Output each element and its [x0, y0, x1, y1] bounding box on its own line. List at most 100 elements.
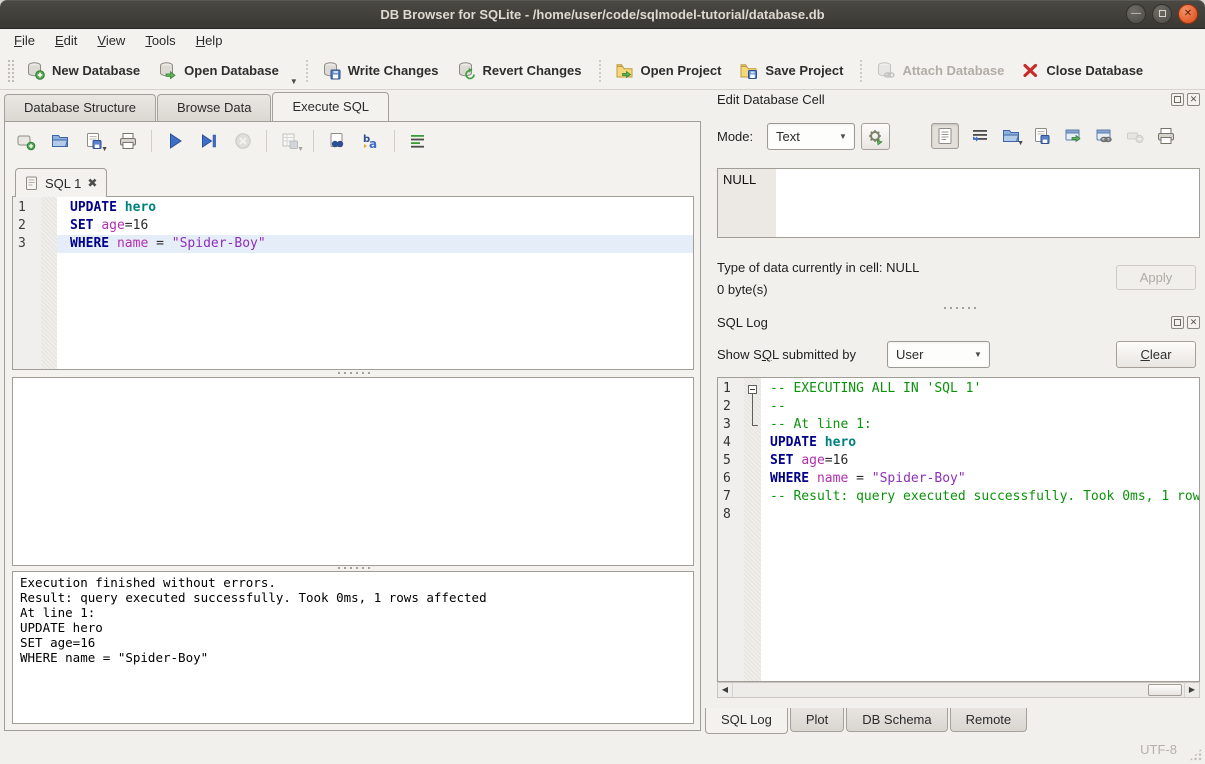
- save-sql-dropdown-caret[interactable]: ▼: [101, 146, 108, 153]
- clear-log-button[interactable]: Clear: [1116, 341, 1196, 368]
- execute-sql-panel: ▼ ▼ ba SQL 1 ✖ 123 UPDATE heroSET age=16…: [4, 121, 701, 731]
- tab-remote[interactable]: Remote: [950, 708, 1028, 732]
- db-browser-window: DB Browser for SQLite - /home/user/code/…: [0, 0, 1205, 764]
- menu-view[interactable]: View: [87, 30, 135, 51]
- import-dropdown-caret[interactable]: ▼: [1017, 140, 1024, 147]
- menu-help[interactable]: Help: [186, 30, 233, 51]
- scroll-left-icon[interactable]: ◀: [718, 683, 733, 697]
- sql-editor-tab-label: SQL 1: [45, 176, 81, 191]
- execute-all-icon[interactable]: [164, 130, 186, 152]
- link-window-icon[interactable]: [1094, 126, 1114, 146]
- sql-toolbar: ▼ ▼ ba: [15, 130, 429, 152]
- execution-message: Execution finished without errors. Resul…: [13, 572, 693, 668]
- right-dock-area: Edit Database Cell Mode: Text ▼ ▼ NULL: [705, 90, 1205, 735]
- title-bar[interactable]: DB Browser for SQLite - /home/user/code/…: [0, 0, 1205, 29]
- sql-log-view[interactable]: 12345678 -- EXECUTING ALL IN 'SQL 1'----…: [717, 377, 1200, 682]
- revert-changes-icon: [457, 61, 476, 80]
- dock-float-icon[interactable]: [1171, 316, 1184, 329]
- tab-sql-log[interactable]: SQL Log: [705, 708, 788, 734]
- tab-execute-sql[interactable]: Execute SQL: [272, 92, 389, 121]
- attach-database-icon: [876, 61, 895, 80]
- revert-changes-button[interactable]: Revert Changes: [448, 56, 591, 85]
- save-sql-file-icon[interactable]: ▼: [83, 130, 105, 152]
- editor-results-splitter[interactable]: [12, 370, 694, 376]
- dock-close-icon[interactable]: [1187, 93, 1200, 106]
- text-mode-toggle[interactable]: [931, 123, 959, 149]
- auto-apply-button[interactable]: [861, 123, 890, 150]
- cell-value: NULL: [723, 172, 756, 187]
- messages-pane[interactable]: Execution finished without errors. Resul…: [12, 571, 694, 724]
- set-null-icon[interactable]: [1125, 126, 1145, 146]
- print-cell-icon[interactable]: [1156, 126, 1176, 146]
- export-cell-data-icon[interactable]: [1032, 126, 1052, 146]
- save-results-icon[interactable]: ▼: [279, 130, 301, 152]
- execute-current-line-icon[interactable]: [198, 130, 220, 152]
- auto-completion-icon[interactable]: ba: [360, 130, 382, 152]
- minimize-button[interactable]: —: [1126, 4, 1146, 24]
- cell-type-info: Type of data currently in cell: NULL: [717, 260, 919, 275]
- open-database-dropdown-caret[interactable]: ▼: [290, 77, 298, 89]
- close-database-button[interactable]: Close Database: [1013, 57, 1152, 84]
- sql-toolbar-separator: [266, 130, 267, 152]
- format-sql-icon[interactable]: [407, 130, 429, 152]
- dock-splitter[interactable]: [717, 305, 1200, 311]
- open-database-button[interactable]: Open Database: [149, 56, 288, 85]
- maximize-icon: [1159, 10, 1166, 17]
- log-filter-combobox[interactable]: User ▼: [887, 341, 990, 368]
- tab-db-schema[interactable]: DB Schema: [846, 708, 947, 732]
- menu-tools[interactable]: Tools: [135, 30, 185, 51]
- menu-bar: File Edit View Tools Help: [0, 29, 1205, 52]
- gear-icon: [867, 128, 885, 146]
- sql-editor[interactable]: 123 UPDATE heroSET age=16WHERE name = "S…: [12, 196, 694, 370]
- tab-plot[interactable]: Plot: [790, 708, 844, 732]
- edit-database-cell-title: Edit Database Cell: [717, 92, 825, 107]
- attach-database-label: Attach Database: [902, 63, 1004, 78]
- fold-collapse-icon[interactable]: [748, 385, 757, 394]
- save-results-dropdown-caret[interactable]: ▼: [297, 146, 304, 153]
- scrollbar-thumb[interactable]: [1148, 684, 1182, 696]
- status-bar: UTF-8: [0, 735, 1205, 764]
- dock-close-icon[interactable]: [1187, 316, 1200, 329]
- svg-text:a: a: [369, 137, 377, 151]
- mode-combobox[interactable]: Text ▼: [767, 123, 855, 150]
- tab-browse-data[interactable]: Browse Data: [157, 94, 271, 121]
- word-wrap-icon[interactable]: [970, 126, 990, 146]
- close-tab-icon[interactable]: ✖: [87, 177, 97, 189]
- print-icon[interactable]: [117, 130, 139, 152]
- fold-guide-corner: [752, 425, 758, 426]
- sql-editor-tab[interactable]: SQL 1 ✖: [15, 168, 107, 197]
- new-database-button[interactable]: New Database: [17, 56, 149, 85]
- open-project-button[interactable]: Open Project: [606, 56, 731, 85]
- cell-size-info: 0 byte(s): [717, 282, 768, 297]
- new-database-icon: [26, 61, 45, 80]
- resize-grip[interactable]: [1189, 748, 1202, 761]
- write-changes-button[interactable]: Write Changes: [313, 56, 448, 85]
- sql-log-filter-label: Show SQL submitted by: [717, 347, 856, 362]
- import-cell-data-icon[interactable]: ▼: [1001, 126, 1021, 146]
- results-pane[interactable]: [12, 377, 694, 566]
- toolbar-handle[interactable]: [7, 59, 14, 83]
- dock-float-icon[interactable]: [1171, 93, 1184, 106]
- open-sql-file-icon[interactable]: [49, 130, 71, 152]
- maximize-button[interactable]: [1152, 4, 1172, 24]
- scroll-right-icon[interactable]: ▶: [1184, 683, 1199, 697]
- new-sql-tab-icon[interactable]: [15, 130, 37, 152]
- editor-code: UPDATE heroSET age=16WHERE name = "Spide…: [57, 199, 693, 369]
- menu-edit[interactable]: Edit: [45, 30, 87, 51]
- log-horizontal-scrollbar[interactable]: ◀ ▶: [717, 682, 1200, 698]
- log-filter-value: User: [896, 347, 923, 362]
- toolbar-separator: [596, 59, 601, 83]
- open-project-label: Open Project: [641, 63, 722, 78]
- editor-margin: [41, 197, 57, 369]
- apply-button[interactable]: Apply: [1116, 265, 1196, 290]
- open-external-icon[interactable]: [1063, 126, 1083, 146]
- tab-database-structure[interactable]: Database Structure: [4, 94, 156, 121]
- write-changes-label: Write Changes: [348, 63, 439, 78]
- attach-database-button[interactable]: Attach Database: [867, 56, 1013, 85]
- save-project-button[interactable]: Save Project: [730, 56, 852, 85]
- stop-execution-icon[interactable]: [232, 130, 254, 152]
- close-button[interactable]: ✕: [1178, 4, 1198, 24]
- cell-value-editor[interactable]: NULL: [717, 168, 1200, 238]
- menu-file[interactable]: File: [4, 30, 45, 51]
- find-replace-icon[interactable]: [326, 130, 348, 152]
